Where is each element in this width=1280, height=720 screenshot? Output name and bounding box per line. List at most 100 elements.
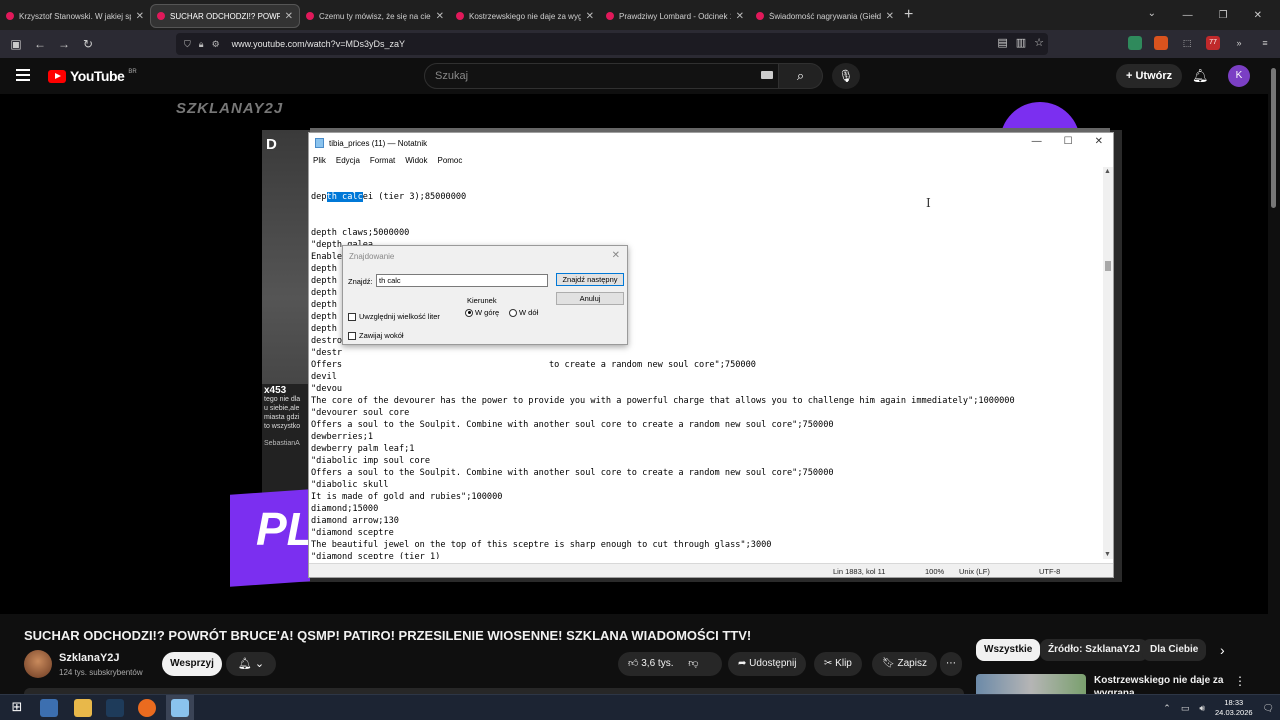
search-input[interactable]: Szukaj	[424, 63, 779, 89]
close-window-icon[interactable]: ✕	[1254, 10, 1262, 21]
share-button[interactable]: ➦ Udostępnij	[728, 652, 807, 676]
minimize-icon[interactable]: —	[1032, 136, 1042, 147]
cancel-button[interactable]: Anuluj	[556, 292, 624, 305]
close-tab-icon[interactable]: ✕	[136, 11, 144, 22]
close-tab-icon[interactable]: ✕	[586, 11, 594, 22]
menu-edit[interactable]: Edycja	[336, 156, 360, 165]
like-button[interactable]: 👍︎ 3,6 tys.	[628, 658, 673, 669]
close-tab-icon[interactable]: ✕	[285, 11, 293, 22]
browser-tab[interactable]: Prawdziwy Lombard - Odcinek 1 ✕	[600, 4, 750, 28]
scroll-up-icon[interactable]: ▲	[1104, 168, 1111, 175]
url-text[interactable]: www.youtube.com/watch?v=MDs3yDs_zaY	[232, 39, 405, 49]
browser-tab-active[interactable]: SUCHAR ODCHODZI!? POWRÓ ✕	[150, 4, 300, 28]
restore-icon[interactable]: ❐	[1219, 10, 1228, 21]
video-player[interactable]: SZKLANAY2J D x453 tego nie dla u siebie,…	[0, 94, 1268, 614]
bookmark-star-icon[interactable]: ☆	[1034, 36, 1044, 49]
overflow-menu-icon[interactable]: »	[1232, 36, 1246, 50]
reader-view-icon[interactable]: ▥	[1016, 36, 1026, 49]
recommended-thumbnail[interactable]	[976, 674, 1086, 694]
voice-search-button[interactable]: 🎙︎	[832, 63, 860, 89]
page-scroll-thumb[interactable]	[1271, 68, 1276, 208]
file-explorer-icon[interactable]	[74, 699, 92, 717]
firefox-icon[interactable]	[138, 699, 156, 717]
wrap-around-checkbox[interactable]: Zawijaj wokół	[348, 331, 404, 340]
back-icon[interactable]: ←	[28, 37, 52, 51]
forward-icon[interactable]: →	[52, 37, 76, 51]
close-icon[interactable]: ✕	[612, 250, 620, 261]
lock-icon[interactable]: 🔒︎	[199, 39, 204, 50]
extension-icon[interactable]	[1128, 36, 1142, 50]
notepad-taskbar-icon[interactable]	[171, 699, 189, 717]
recommended-title[interactable]: Kostrzewskiego nie daje za wygraną	[1094, 674, 1224, 694]
clip-button[interactable]: ✂ Klip	[814, 652, 862, 676]
menu-hamburger-icon[interactable]	[16, 69, 30, 81]
support-button[interactable]: Wesprzyj	[162, 652, 222, 676]
notifications-icon[interactable]: 🗨︎	[1263, 703, 1274, 714]
tray-chevron-icon[interactable]: ⌃	[1163, 703, 1171, 714]
steam-icon[interactable]	[106, 699, 124, 717]
notepad-window[interactable]: tibia_prices (11) — Notatnik — ☐ ✕ Plik …	[308, 132, 1114, 578]
youtube-logo[interactable]: YouTube BR	[48, 68, 137, 84]
menu-format[interactable]: Format	[370, 156, 395, 165]
clock[interactable]: 18:33 24.03.2026	[1215, 698, 1253, 718]
chip-channel-source[interactable]: Źródło: SzklanaY2J	[1040, 639, 1149, 661]
new-tab-button[interactable]: +	[904, 6, 922, 24]
direction-up-radio[interactable]: W górę	[465, 308, 499, 317]
scroll-thumb[interactable]	[1105, 261, 1111, 271]
direction-down-radio[interactable]: W dół	[509, 308, 538, 317]
create-button[interactable]: + Utwórz	[1116, 64, 1183, 88]
notepad-scrollbar[interactable]: ▲ ▼	[1103, 167, 1113, 559]
browser-tab[interactable]: Krzysztof Stanowski. W jakiej sp ✕	[0, 4, 150, 28]
channel-name[interactable]: SzklanaY2J	[59, 652, 120, 664]
close-tab-icon[interactable]: ✕	[436, 11, 444, 22]
find-next-button[interactable]: Znajdź następny	[556, 273, 624, 286]
notepad-text-area[interactable]: depth calcei (tier 3);85000000 depth cla…	[311, 167, 1103, 559]
chevron-right-icon[interactable]: ›	[1220, 642, 1225, 658]
shield-icon[interactable]: ⛉	[184, 39, 191, 50]
extensions-puzzle-icon[interactable]: ⬚	[1180, 36, 1194, 50]
browser-tab[interactable]: Kostrzewskiego nie daje za wygr ✕	[450, 4, 600, 28]
save-button[interactable]: 🔖︎ Zapisz	[872, 652, 937, 676]
text-line: "destr	[311, 348, 343, 358]
menu-view[interactable]: Widok	[405, 156, 427, 165]
more-vert-icon[interactable]: ⋮	[1234, 674, 1246, 688]
page-scrollbar[interactable]	[1268, 58, 1280, 694]
list-tabs-chevron-icon[interactable]: ⌄	[1148, 8, 1156, 19]
chip-for-you[interactable]: Dla Ciebie	[1142, 639, 1207, 661]
channel-avatar[interactable]	[24, 650, 52, 678]
minimize-icon[interactable]: —	[1183, 10, 1193, 21]
permissions-icon[interactable]: ⚙	[212, 39, 220, 50]
more-actions-button[interactable]: ⋯	[940, 652, 962, 676]
maximize-icon[interactable]: ☐	[1064, 136, 1073, 147]
search-button[interactable]: ⌕	[779, 63, 823, 89]
browser-tab[interactable]: Czemu ty mówisz, że się na cieb ✕	[300, 4, 450, 28]
browser-tab[interactable]: Świadomość nagrywania (Giełd ✕	[750, 4, 900, 28]
account-avatar[interactable]: K	[1228, 65, 1250, 87]
dislike-button[interactable]: 👎︎	[688, 658, 698, 669]
match-case-checkbox[interactable]: Uwzględnij wielkość liter	[348, 312, 440, 321]
close-icon[interactable]: ✕	[1095, 136, 1103, 147]
extension-icon[interactable]	[1154, 36, 1168, 50]
network-icon[interactable]: ▭	[1181, 703, 1190, 714]
app-menu-icon[interactable]: ≡	[1258, 36, 1272, 50]
menu-help[interactable]: Pomoc	[437, 156, 462, 165]
sidebar-toggle-icon[interactable]: ▣	[4, 37, 28, 51]
scroll-down-icon[interactable]: ▼	[1104, 551, 1111, 558]
reload-icon[interactable]: ↻	[76, 37, 100, 51]
chip-all[interactable]: Wszystkie	[976, 639, 1041, 661]
url-bar[interactable]: ⛉ 🔒︎ ⚙ www.youtube.com/watch?v=MDs3yDs_z…	[176, 33, 1048, 55]
close-tab-icon[interactable]: ✕	[886, 11, 894, 22]
find-input[interactable]: th calc	[376, 274, 548, 287]
close-tab-icon[interactable]: ✕	[736, 11, 744, 22]
menu-file[interactable]: Plik	[313, 156, 326, 165]
volume-icon[interactable]: 🔊︎	[1199, 703, 1205, 714]
find-dialog[interactable]: Znajdowanie ✕ Znajdź: th calc Znajdź nas…	[342, 245, 628, 345]
notification-settings-button[interactable]: 🔔︎ ⌄	[226, 652, 276, 676]
picture-icon[interactable]: ▤	[997, 36, 1007, 49]
notepad-titlebar[interactable]: tibia_prices (11) — Notatnik — ☐ ✕	[309, 133, 1113, 153]
notifications-bell-icon[interactable]: 🔔︎	[1192, 68, 1209, 84]
thumbs-down-icon: 👎︎	[688, 658, 699, 669]
app-icon[interactable]	[40, 699, 58, 717]
extension-badge-icon[interactable]: 77	[1206, 36, 1220, 50]
windows-start-icon[interactable]: ⊞	[8, 699, 26, 717]
